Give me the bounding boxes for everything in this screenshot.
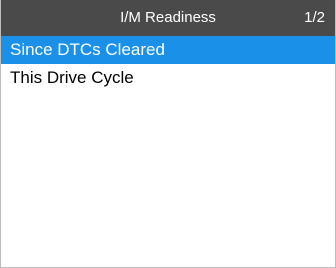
screen-title: I/M Readiness (120, 9, 216, 26)
menu-item-this-drive-cycle[interactable]: This Drive Cycle (1, 64, 335, 92)
readiness-screen: I/M Readiness 1/2 Since DTCs Cleared Thi… (0, 0, 336, 268)
readiness-menu: Since DTCs Cleared This Drive Cycle (1, 36, 335, 92)
page-indicator: 1/2 (304, 9, 325, 26)
menu-item-since-dtcs-cleared[interactable]: Since DTCs Cleared (1, 36, 335, 64)
title-bar: I/M Readiness 1/2 (1, 0, 335, 36)
